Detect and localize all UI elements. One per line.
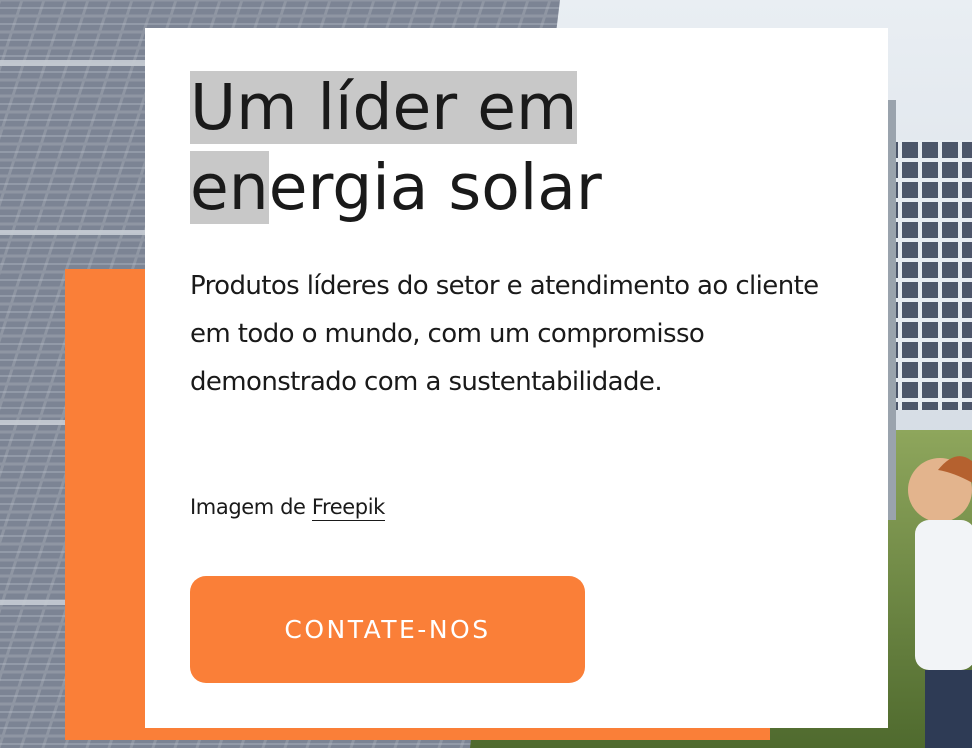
hero-title-line1: Um líder em [190,68,710,148]
image-credit-prefix: Imagem de [190,495,312,519]
contact-button[interactable]: CONTATE-NOS [190,576,585,683]
freepik-link[interactable]: Freepik [311,495,385,521]
hero-title: Um líder em energia solar [190,68,710,228]
title-selection-highlight-partial: en [190,151,269,224]
hero-title-line2-rest: ergia solar [268,151,602,224]
hero-description: Produtos líderes do setor e atendimento … [190,271,819,397]
hero-card: Um líder em energia solar Produtos líder… [145,28,888,728]
title-selection-highlight: Um líder em [190,71,578,144]
image-credit: Imagem de Freepik [190,491,385,523]
hero-title-line2: energia solar [190,148,710,228]
hero-section: Um líder em energia solar Produtos líder… [0,0,972,748]
